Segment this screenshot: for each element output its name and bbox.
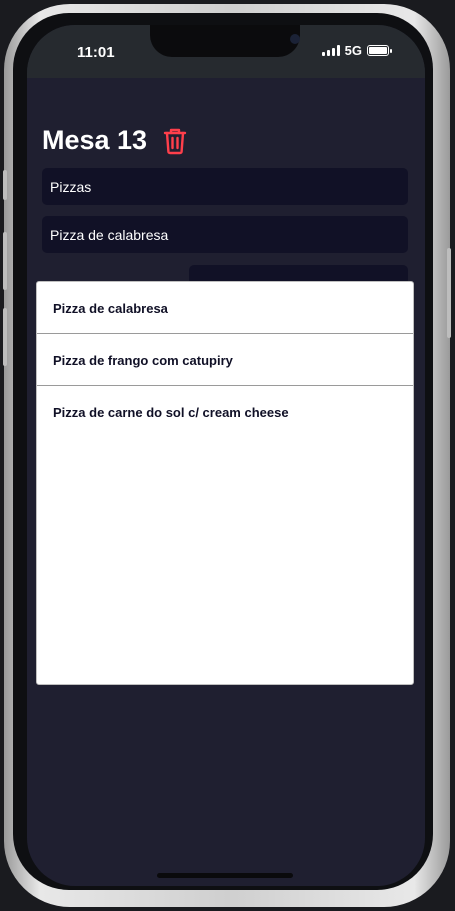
home-indicator[interactable] <box>157 873 293 878</box>
network-label: 5G <box>344 43 362 58</box>
phone-volume-up <box>3 232 7 290</box>
table-header: Mesa 13 <box>42 125 187 156</box>
trash-icon[interactable] <box>163 127 187 155</box>
battery-full-icon <box>367 45 392 56</box>
page-title: Mesa 13 <box>42 125 148 155</box>
phone-screen: 11:01 5G Mesa 13 Pizzas Pizza de calabre… <box>27 25 425 886</box>
phone-volume-down <box>3 308 7 366</box>
status-bar: 11:01 5G <box>27 25 425 78</box>
signal-bars-icon <box>321 45 340 56</box>
list-item[interactable]: Pizza de calabresa <box>37 282 413 334</box>
product-select[interactable]: Pizza de calabresa <box>42 216 408 253</box>
list-item[interactable]: Pizza de frango com catupiry <box>37 334 413 386</box>
camera-icon <box>290 34 300 44</box>
notch <box>150 25 300 57</box>
status-indicators: 5G <box>321 43 392 58</box>
phone-side-button <box>3 170 7 200</box>
product-picker-modal: Pizza de calabresa Pizza de frango com c… <box>36 281 414 685</box>
list-item[interactable]: Pizza de carne do sol c/ cream cheese <box>37 386 413 438</box>
category-select[interactable]: Pizzas <box>42 168 408 205</box>
phone-power-button <box>447 248 451 338</box>
status-time: 11:01 <box>77 44 115 61</box>
